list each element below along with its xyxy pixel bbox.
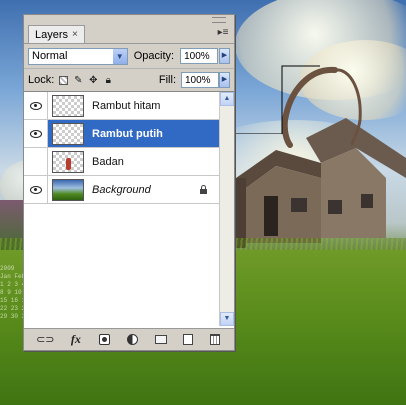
link-icon[interactable]: ⊂⊃ xyxy=(36,333,54,347)
layers-bottom-toolbar: ⊂⊃ fx xyxy=(24,328,234,350)
layer-name: Rambut putih xyxy=(92,127,163,140)
layers-scrollbar[interactable]: ▲ ▼ xyxy=(219,92,234,326)
blend-mode-select[interactable]: Normal ▼ xyxy=(28,47,128,65)
lock-transparent-pixels-icon[interactable] xyxy=(59,75,69,85)
eye-icon xyxy=(29,185,42,194)
trash-icon[interactable] xyxy=(209,334,220,345)
blend-options-row: Normal ▼ Opacity: 100% ▶ xyxy=(24,44,234,69)
scroll-down-icon[interactable]: ▼ xyxy=(220,312,234,326)
eye-hidden-icon xyxy=(30,158,42,166)
layer-row-rambut-hitam[interactable]: Rambut hitam xyxy=(24,92,234,120)
panel-menu-icon[interactable]: ▸≡ xyxy=(216,27,230,39)
layer-row-background[interactable]: Background xyxy=(24,176,234,204)
layer-name: Rambut hitam xyxy=(92,99,161,112)
close-icon[interactable]: × xyxy=(72,29,78,40)
lock-all-icon[interactable]: 🔒︎ xyxy=(103,75,113,86)
lock-row: Lock: ✎ ✥ 🔒︎ Fill: 100% ▶ xyxy=(24,69,234,92)
layer-row-rambut-putih[interactable]: Rambut putih xyxy=(24,120,234,148)
lock-label: Lock: xyxy=(28,74,55,86)
fill-slider-button[interactable]: ▶ xyxy=(219,72,230,88)
layer-thumbnail xyxy=(52,94,84,117)
blend-mode-value: Normal xyxy=(32,50,68,62)
lock-icon xyxy=(199,185,208,194)
eye-icon xyxy=(29,101,42,110)
fill-input[interactable]: 100% xyxy=(181,72,219,88)
panel-titlebar[interactable] xyxy=(24,15,234,25)
grip-icon xyxy=(212,17,226,23)
visibility-toggle[interactable] xyxy=(24,120,48,147)
visibility-toggle[interactable] xyxy=(24,148,48,175)
scroll-up-icon[interactable]: ▲ xyxy=(220,92,234,106)
new-layer-icon[interactable] xyxy=(183,334,194,345)
tab-layers[interactable]: Layers × xyxy=(28,25,85,43)
layers-panel: Layers × ▸≡ Normal ▼ Opacity: 100% ▶ Loc… xyxy=(23,14,235,351)
mask-icon[interactable] xyxy=(99,334,111,345)
folder-icon[interactable] xyxy=(154,335,167,344)
hair-sketch-stroke xyxy=(281,66,362,148)
opacity-input[interactable]: 100% xyxy=(180,48,219,64)
opacity-label: Opacity: xyxy=(133,50,175,62)
chevron-down-icon[interactable]: ▼ xyxy=(112,48,127,64)
layers-list: Rambut hitam Rambut putih Badan Backgrou… xyxy=(24,91,234,328)
lock-image-pixels-icon[interactable]: ✎ xyxy=(73,75,83,86)
layer-thumbnail xyxy=(52,178,84,201)
fx-icon[interactable]: fx xyxy=(69,332,83,347)
layer-name: Background xyxy=(92,183,151,196)
layer-row-badan[interactable]: Badan xyxy=(24,148,234,176)
eye-icon xyxy=(29,129,42,138)
layer-name: Badan xyxy=(92,155,124,168)
visibility-toggle[interactable] xyxy=(24,176,48,203)
layer-thumbnail xyxy=(52,150,84,173)
layer-thumbnail xyxy=(52,122,84,145)
lock-position-icon[interactable]: ✥ xyxy=(88,75,98,86)
opacity-slider-button[interactable]: ▶ xyxy=(219,48,230,64)
visibility-toggle[interactable] xyxy=(24,92,48,119)
tab-label: Layers xyxy=(35,28,69,41)
panel-tab-row: Layers × ▸≡ xyxy=(24,25,234,44)
fill-label: Fill: xyxy=(158,74,176,86)
adjustment-icon[interactable] xyxy=(126,334,138,345)
